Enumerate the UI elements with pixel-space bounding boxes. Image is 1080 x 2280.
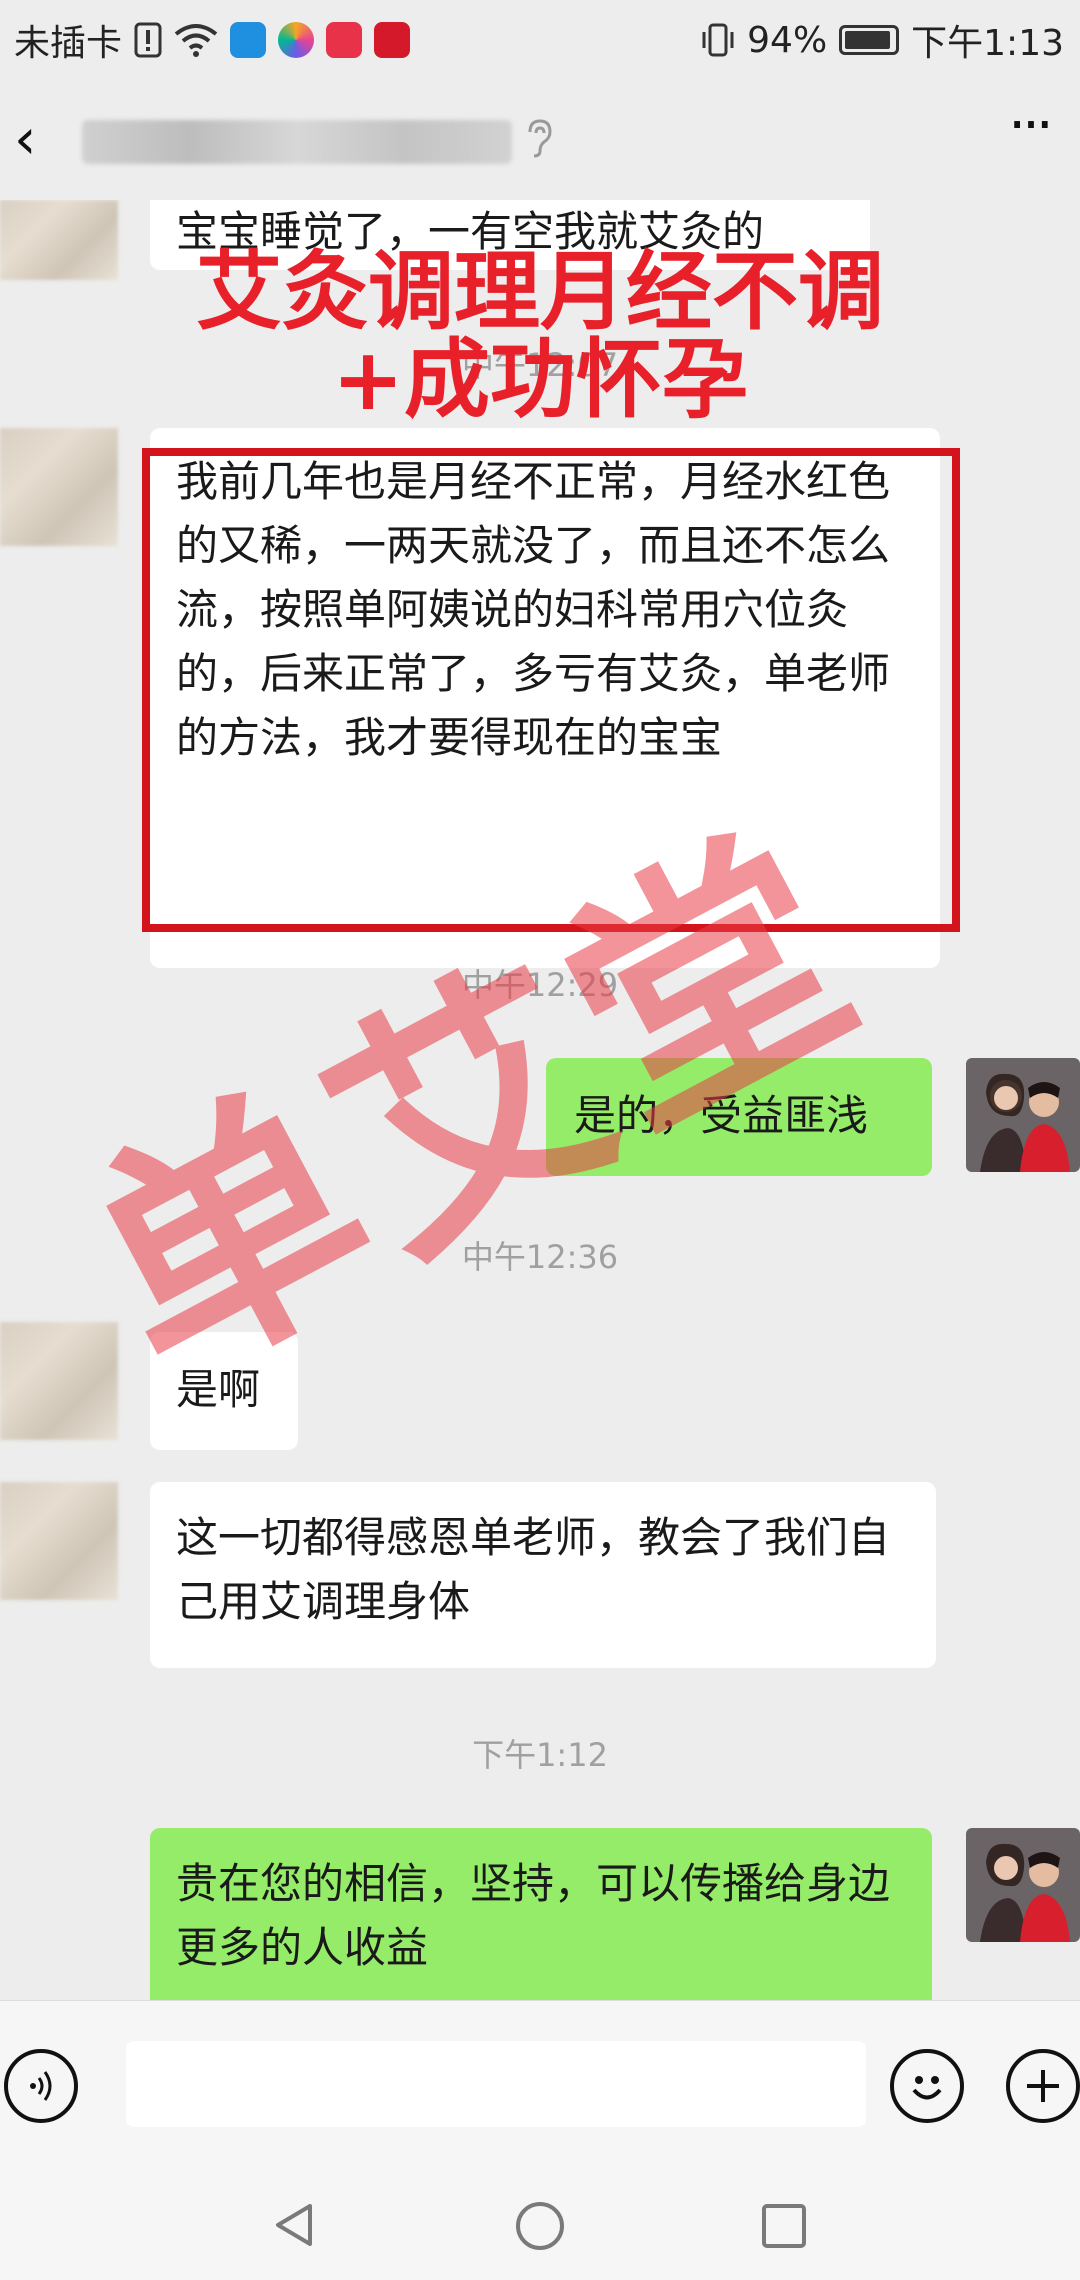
more-icon[interactable]: ··· [994, 98, 1064, 166]
emoji-icon[interactable] [890, 2049, 964, 2123]
voice-icon[interactable] [4, 2049, 78, 2123]
avatar[interactable] [0, 428, 118, 546]
plus-icon[interactable] [1006, 2049, 1080, 2123]
status-left: 未插卡 [14, 14, 411, 66]
avatar-self[interactable] [966, 1828, 1080, 1942]
status-bar: 未插卡 94% 下午1:13 [0, 0, 1080, 80]
ear-icon [528, 119, 552, 158]
contact-name-obscured [82, 120, 512, 164]
chat-header: ‹ ··· [0, 80, 1080, 200]
huawei-app-icon [374, 22, 411, 58]
avatar[interactable] [0, 1322, 118, 1440]
highlight-box [142, 448, 960, 932]
message-input[interactable] [126, 2041, 866, 2127]
battery-percent: 94% [747, 19, 828, 61]
clock: 下午1:13 [911, 23, 1064, 64]
input-bar [0, 2000, 1080, 2171]
avatar-photo-icon [966, 1058, 1080, 1172]
status-right: 94% 下午1:13 [701, 14, 1064, 66]
sim-alert-icon [134, 22, 162, 58]
shield-app-icon [230, 22, 267, 58]
message-text: 这一切都得感恩单老师，教会了我们自己用艾调理身体 [176, 1513, 891, 1626]
wifi-icon [174, 24, 218, 57]
message-text: 贵在您的相信，坚持，可以传播给身边更多的人收益 [176, 1859, 891, 1972]
chat-area[interactable]: 宝宝睡觉了，一有空我就艾灸的 中午12:07 我前几年也是月经不正常，月经水红色… [0, 200, 1080, 2000]
nav-home-icon[interactable] [514, 2200, 566, 2252]
timestamp: 下午1:12 [472, 1736, 608, 1774]
headline-line-1: 艾灸调理月经不调 [196, 242, 884, 342]
avatar[interactable] [0, 1482, 118, 1600]
back-arrow-icon[interactable]: ‹ [14, 110, 74, 170]
carrier-label: 未插卡 [14, 23, 123, 64]
avatar-photo-icon [966, 1828, 1080, 1942]
vibrate-icon [702, 23, 734, 57]
avatar-self[interactable] [966, 1058, 1080, 1172]
mall-app-icon [326, 22, 363, 58]
battery-icon [839, 25, 900, 55]
system-navigation [0, 2170, 1080, 2280]
nav-back-icon[interactable] [270, 2200, 320, 2250]
headline-line-2: +成功怀孕 [331, 330, 749, 430]
message-bubble[interactable]: 这一切都得感恩单老师，教会了我们自己用艾调理身体 [150, 1482, 936, 1668]
message-bubble-self[interactable]: 贵在您的相信，坚持，可以传播给身边更多的人收益 [150, 1828, 932, 2000]
colorful-app-icon [278, 22, 315, 58]
nav-recent-icon[interactable] [760, 2202, 808, 2250]
